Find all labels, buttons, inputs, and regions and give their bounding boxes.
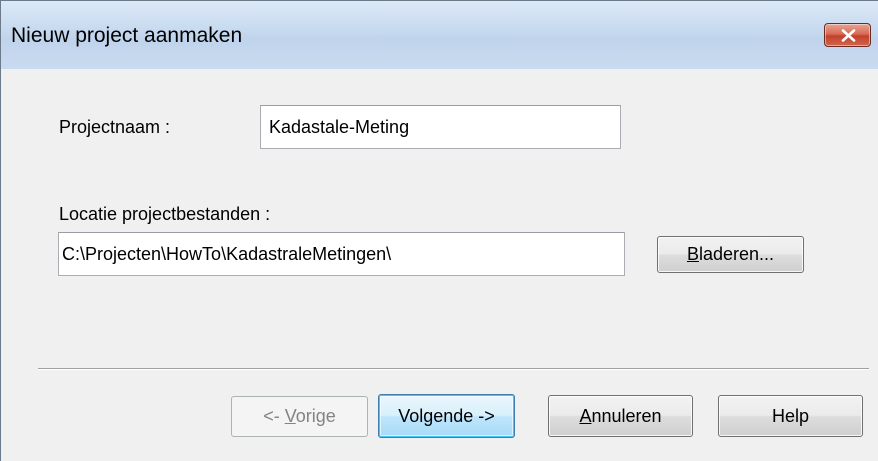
browse-button[interactable]: Bladeren... — [657, 236, 804, 273]
next-button[interactable]: Volgende -> — [378, 394, 515, 438]
browse-button-label: Bladeren... — [686, 244, 775, 264]
title-bar[interactable]: Nieuw project aanmaken — [1, 1, 878, 69]
dialog-window: Nieuw project aanmaken Projectnaam : Kad… — [0, 0, 878, 461]
location-label: Locatie projectbestanden : — [59, 204, 271, 224]
location-value: C:\Projecten\HowTo\KadastraleMetingen\ — [62, 243, 392, 264]
project-name-input[interactable]: Kadastale-Meting — [260, 105, 621, 149]
project-name-value: Kadastale-Meting — [269, 116, 410, 137]
window-title: Nieuw project aanmaken — [11, 24, 243, 47]
next-button-label: Volgende -> — [398, 405, 495, 426]
close-button[interactable] — [824, 23, 871, 47]
help-button[interactable]: Help — [718, 395, 863, 437]
cancel-button[interactable]: Annuleren — [548, 395, 693, 437]
location-input[interactable]: C:\Projecten\HowTo\KadastraleMetingen\ — [58, 232, 625, 276]
help-button-label: Help — [771, 405, 810, 426]
project-name-label: Projectnaam : — [59, 117, 171, 137]
cancel-button-label: Annuleren — [579, 405, 662, 426]
previous-button[interactable]: <- Vorige — [231, 396, 368, 437]
separator — [38, 368, 869, 370]
previous-button-label: <- Vorige — [263, 406, 336, 426]
close-icon — [841, 29, 856, 42]
